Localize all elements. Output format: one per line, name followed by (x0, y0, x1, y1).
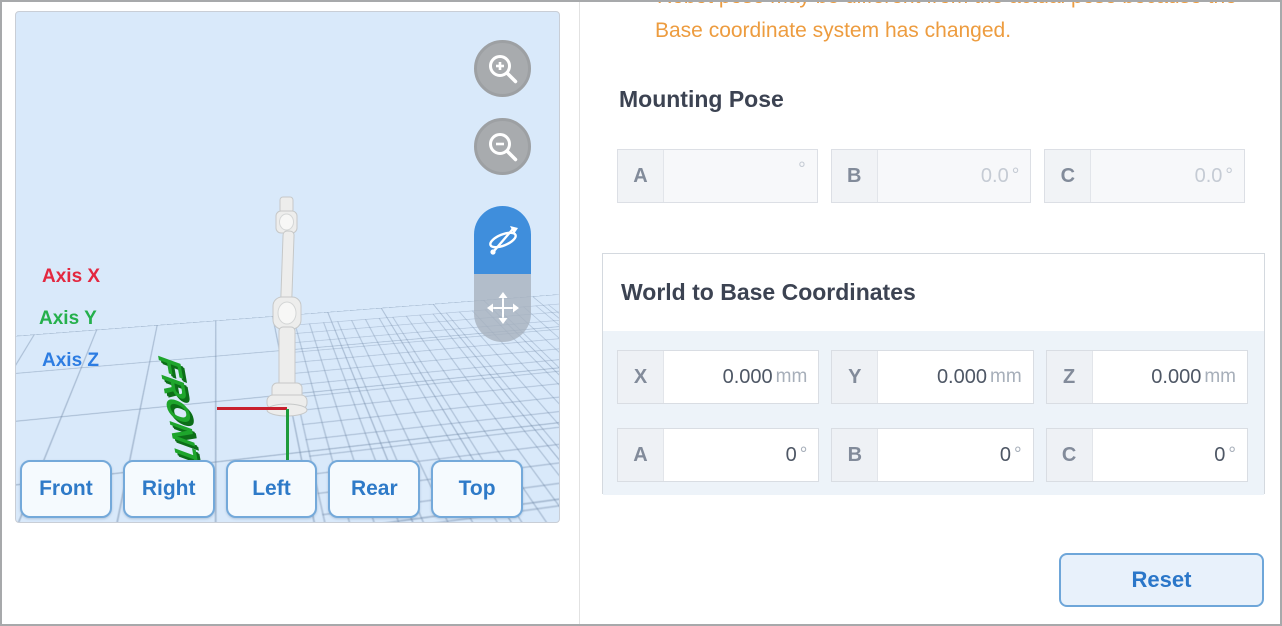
field-value: 0.000 (1151, 366, 1201, 389)
axis-y-label: Axis Y (39, 308, 97, 330)
field-unit: ° (1225, 165, 1233, 187)
base-x-axis-line (217, 407, 287, 410)
field-unit: mm (990, 366, 1022, 388)
field-label: Y (832, 351, 878, 403)
world-to-base-body: X 0.000mm Y 0.000mm Z 0.000mm A 0° B 0 (603, 331, 1264, 495)
field-unit: ° (1228, 444, 1236, 466)
base-coordinate-settings-page: Axis X Axis Y Axis Z FRONT (0, 0, 1282, 626)
axis-z-label: Axis Z (42, 350, 99, 372)
field-label: B (832, 150, 878, 202)
zoom-out-button[interactable] (474, 118, 531, 175)
field-unit: mm (1204, 366, 1236, 388)
view-front-button[interactable]: Front (20, 460, 112, 518)
field-unit: ° (800, 444, 808, 466)
mounting-pose-b-field[interactable]: B 0.0° (831, 149, 1032, 203)
field-label: A (618, 150, 664, 202)
world-x-field[interactable]: X 0.000mm (617, 350, 819, 404)
panel-divider (579, 2, 580, 624)
world-to-base-title: World to Base Coordinates (621, 279, 916, 306)
field-unit: ° (1014, 444, 1022, 466)
magnifier-minus-icon (486, 130, 520, 164)
field-label: C (1045, 150, 1091, 202)
pan-mode-button[interactable] (474, 274, 531, 342)
mounting-pose-a-field[interactable]: A ° (617, 149, 818, 203)
world-c-field[interactable]: C 0° (1046, 428, 1248, 482)
zoom-in-button[interactable] (474, 40, 531, 97)
field-label: B (832, 429, 878, 481)
field-value: 0.000 (937, 366, 987, 389)
world-z-field[interactable]: Z 0.000mm (1046, 350, 1248, 404)
field-value: 0 (1214, 444, 1225, 467)
robot-3d-viewport[interactable]: Axis X Axis Y Axis Z FRONT (15, 11, 560, 523)
field-label: Z (1047, 351, 1093, 403)
field-value: 0.0 (981, 165, 1009, 188)
rotate-3d-icon (485, 224, 521, 256)
field-label: A (618, 429, 664, 481)
field-value: 0 (1000, 444, 1011, 467)
reset-button[interactable]: Reset (1059, 553, 1264, 607)
field-value: 0.0 (1195, 165, 1223, 188)
field-value: 0 (786, 444, 797, 467)
field-label: C (1047, 429, 1093, 481)
magnifier-plus-icon (486, 52, 520, 86)
mounting-pose-title: Mounting Pose (619, 86, 784, 113)
view-left-button[interactable]: Left (226, 460, 318, 518)
base-y-axis-line (286, 409, 289, 461)
world-b-field[interactable]: B 0° (831, 428, 1033, 482)
view-preset-buttons: Front Right Left Rear Top (20, 460, 523, 518)
view-rear-button[interactable]: Rear (328, 460, 420, 518)
world-y-field[interactable]: Y 0.000mm (831, 350, 1033, 404)
world-a-field[interactable]: A 0° (617, 428, 819, 482)
field-label: X (618, 351, 664, 403)
field-unit: mm (776, 366, 808, 388)
axis-x-label: Axis X (42, 266, 100, 288)
pan-arrows-icon (485, 290, 521, 326)
view-top-button[interactable]: Top (431, 460, 523, 518)
field-value: 0.000 (723, 366, 773, 389)
world-to-base-fields: X 0.000mm Y 0.000mm Z 0.000mm A 0° B 0 (617, 350, 1248, 482)
view-right-button[interactable]: Right (123, 460, 215, 518)
camera-mode-toggle (474, 206, 531, 342)
mounting-pose-fields: A ° B 0.0° C 0.0° (617, 149, 1245, 203)
field-unit: ° (1012, 165, 1020, 187)
rotate-mode-button[interactable] (474, 206, 531, 274)
notice-message: Base coordinate system has changed. (655, 19, 1011, 43)
field-unit: ° (798, 159, 806, 181)
robot-arm-model (255, 185, 325, 425)
world-to-base-panel: World to Base Coordinates X 0.000mm Y 0.… (602, 253, 1265, 494)
notice-clipped-line: Robot pose may be different from the act… (657, 0, 1237, 9)
mounting-pose-c-field[interactable]: C 0.0° (1044, 149, 1245, 203)
